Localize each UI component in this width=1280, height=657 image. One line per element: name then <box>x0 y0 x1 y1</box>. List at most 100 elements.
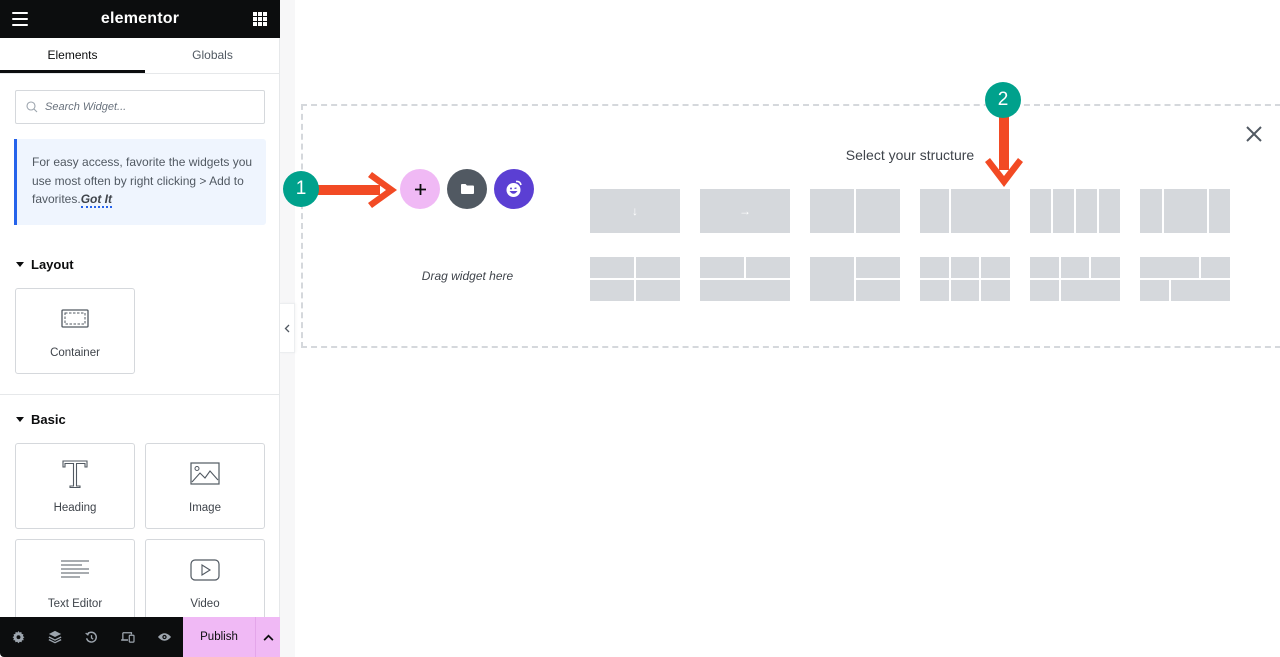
section-basic-toggle[interactable]: Basic <box>15 412 66 427</box>
structure-preset-one-left-two-right[interactable] <box>810 257 900 301</box>
preset-cell <box>1030 257 1059 278</box>
annotation-badge-1: 1 <box>283 171 319 207</box>
tab-elements[interactable]: Elements <box>0 38 145 73</box>
publish-options-button[interactable] <box>255 617 280 657</box>
preset-cell <box>1099 189 1120 233</box>
preset-cell <box>590 257 634 278</box>
widget-label: Container <box>50 347 100 359</box>
annotation-badge-2: 2 <box>985 82 1021 118</box>
preset-cell <box>700 257 744 278</box>
notice-text: For easy access, favorite the widgets yo… <box>32 155 253 206</box>
structure-preset-grid-2x2[interactable] <box>590 257 680 301</box>
image-icon <box>146 458 264 490</box>
container-icon <box>16 303 134 335</box>
section-divider <box>0 394 280 395</box>
panel-tabs: Elements Globals <box>0 38 280 74</box>
preset-cell <box>1140 280 1169 301</box>
preset-cell <box>636 280 680 301</box>
widget-heading[interactable]: Heading <box>15 443 135 529</box>
settings-icon[interactable] <box>0 617 37 657</box>
add-section-dropzone[interactable] <box>301 104 1280 348</box>
preset-cell <box>920 189 950 233</box>
editor-panel: elementor Elements Globals For easy acce… <box>0 0 280 657</box>
widget-label: Heading <box>53 502 97 514</box>
preset-cell <box>1053 189 1074 233</box>
video-icon <box>146 554 264 586</box>
preset-cell <box>1030 280 1059 301</box>
preset-cell <box>590 280 634 301</box>
grid-icon[interactable] <box>253 12 267 26</box>
preset-cell <box>1076 189 1097 233</box>
preset-cell <box>1060 257 1090 278</box>
structure-preset-two-columns-33-66[interactable] <box>920 189 1010 233</box>
widget-image[interactable]: Image <box>145 443 265 529</box>
preset-cell <box>1208 189 1230 233</box>
preset-cell <box>1091 257 1120 278</box>
preset-cell <box>950 257 980 278</box>
widget-container[interactable]: Container <box>15 288 135 374</box>
preset-cell <box>636 257 680 278</box>
structure-preset-two-over-two-offset[interactable] <box>1140 257 1230 301</box>
preset-cell <box>981 280 1010 301</box>
preset-cell <box>1140 189 1162 233</box>
preset-cell <box>1030 189 1051 233</box>
chevron-up-icon <box>263 634 273 641</box>
structure-preset-two-over-one[interactable] <box>700 257 790 301</box>
preset-cell <box>1140 257 1200 278</box>
history-icon[interactable] <box>73 617 110 657</box>
preset-cell <box>981 257 1010 278</box>
structure-preset-three-columns-25-50-25[interactable] <box>1140 189 1230 233</box>
search-widget-input[interactable] <box>45 101 245 113</box>
structure-preset-three-over-two[interactable] <box>1030 257 1120 301</box>
preset-cell <box>1201 257 1230 278</box>
responsive-icon[interactable] <box>110 617 147 657</box>
preset-cell <box>810 257 854 301</box>
ai-button[interactable] <box>494 169 534 209</box>
widget-label: Text Editor <box>47 598 103 610</box>
drag-widget-here-label: Drag widget here <box>421 269 514 283</box>
section-layout-title: Layout <box>31 257 74 272</box>
hamburger-icon[interactable] <box>12 12 28 26</box>
preset-cell <box>951 189 1010 233</box>
section-basic-title: Basic <box>31 412 66 427</box>
arrow-down-icon: ↓ <box>590 189 680 233</box>
structure-preset-four-columns[interactable] <box>1030 189 1120 233</box>
search-widget-field[interactable] <box>15 90 265 124</box>
preset-cell <box>920 280 949 301</box>
collapse-panel-handle[interactable] <box>280 303 295 353</box>
preview-eye-icon[interactable] <box>146 617 183 657</box>
add-new-section-button[interactable] <box>400 169 440 209</box>
close-icon[interactable] <box>1244 124 1264 144</box>
preset-cell <box>700 280 790 301</box>
annotation-arrow-down <box>985 110 1023 187</box>
preset-cell <box>1060 280 1120 301</box>
widget-video[interactable]: Video <box>145 539 265 625</box>
heading-icon <box>16 458 134 490</box>
structure-preset-grid-3x2[interactable] <box>920 257 1010 301</box>
add-template-button[interactable] <box>447 169 487 209</box>
preset-cell <box>810 189 854 233</box>
section-layout-toggle[interactable]: Layout <box>15 257 74 272</box>
panel-footer: Publish <box>0 617 280 657</box>
layers-icon[interactable] <box>37 617 74 657</box>
add-section-buttons <box>400 169 541 209</box>
search-icon <box>26 101 38 113</box>
structure-preset-flexbox-column[interactable]: ↓ <box>590 189 680 233</box>
widget-label: Video <box>190 598 220 610</box>
preset-cell <box>950 280 980 301</box>
preset-cell <box>920 257 949 278</box>
plus-icon <box>414 183 426 195</box>
widget-text-editor[interactable]: Text Editor <box>15 539 135 625</box>
arrow-right-icon: → <box>700 189 790 233</box>
tab-globals[interactable]: Globals <box>145 38 280 73</box>
caret-down-icon <box>16 262 24 267</box>
folder-icon <box>460 184 474 194</box>
structure-preset-two-columns-equal[interactable] <box>810 189 900 233</box>
panel-header: elementor <box>0 0 280 38</box>
structure-preset-flexbox-row[interactable]: → <box>700 189 790 233</box>
preset-cell <box>1170 280 1230 301</box>
got-it-link[interactable]: Got It <box>80 192 113 208</box>
preset-cell <box>856 189 900 233</box>
elementor-logo: elementor <box>100 10 180 27</box>
publish-button[interactable]: Publish <box>183 617 255 657</box>
